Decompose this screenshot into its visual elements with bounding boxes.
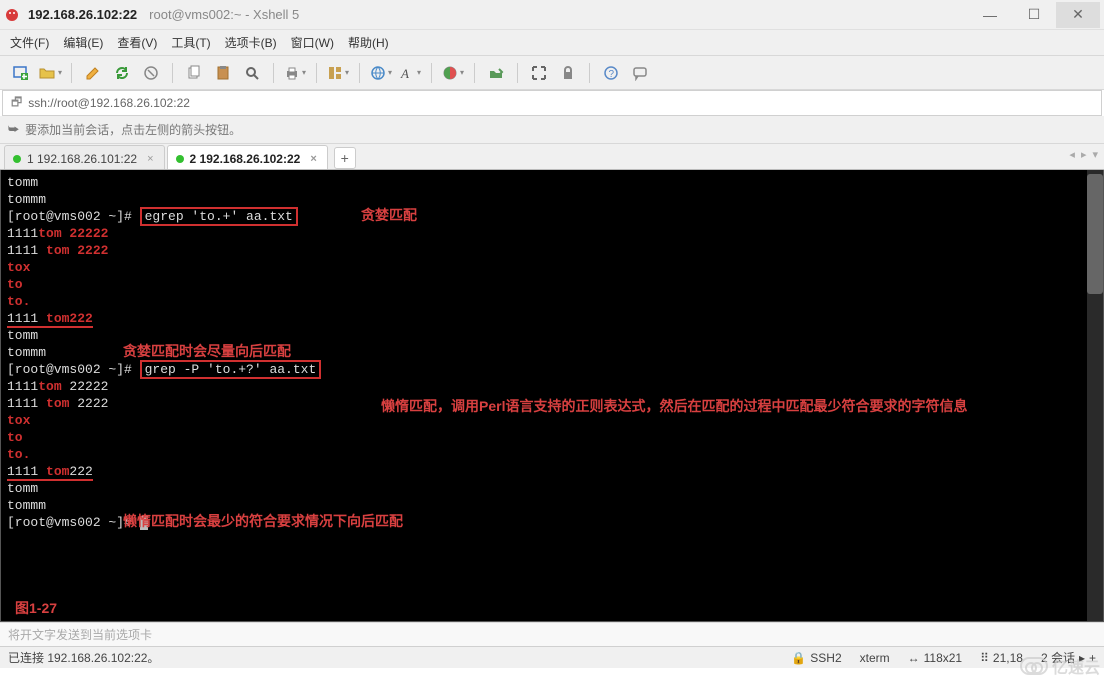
tab-nav-arrows[interactable]: ◂▸▾ [1069, 148, 1098, 161]
annotation-lazy: 懒惰匹配，调用Perl语言支持的正则表达式，然后在匹配的过程中匹配最少符合要求的… [381, 394, 967, 418]
tab-2-close-icon[interactable]: × [310, 153, 316, 165]
menubar: 文件(F) 编辑(E) 查看(V) 工具(T) 选项卡(B) 窗口(W) 帮助(… [0, 30, 1104, 56]
term-line: [root@vms002 ~]# egrep 'to.+' aa.txt [7, 208, 1097, 225]
paste-button[interactable] [210, 60, 236, 86]
tab-1-label: 1 192.168.26.101:22 [27, 152, 137, 166]
window-title-main: 192.168.26.102:22 [28, 7, 137, 22]
menu-window[interactable]: 窗口(W) [291, 34, 334, 51]
disconnect-button[interactable] [138, 60, 164, 86]
input-placeholder: 将开文字发送到当前选项卡 [8, 626, 152, 643]
tab-1-close-icon[interactable]: × [147, 153, 153, 165]
hint-bar: ⮩ 要添加当前会话，点击左侧的箭头按钮。 [0, 116, 1104, 144]
annotation-greedy-desc: 贪婪匹配时会尽量向后匹配 [123, 343, 291, 360]
fullscreen-button[interactable] [526, 60, 552, 86]
help-button[interactable]: ? [598, 60, 624, 86]
figure-label: 图1-27 [15, 600, 57, 617]
status-bar: 已连接 192.168.26.102:22。 🔒SSH2 xterm ↔118x… [0, 646, 1104, 668]
reconnect-button[interactable] [109, 60, 135, 86]
term-line: tommm [7, 497, 1097, 514]
menu-edit[interactable]: 编辑(E) [63, 34, 103, 51]
tab-session-2[interactable]: 2 192.168.26.102:22 × [167, 145, 328, 169]
close-button[interactable]: ✕ [1056, 2, 1100, 28]
term-line: [root@vms002 ~]# grep -P 'to.+?' aa.txt [7, 361, 1097, 378]
status-size: ↔118x21 [908, 651, 962, 665]
term-line: tox [7, 259, 1097, 276]
search-button[interactable] [239, 60, 265, 86]
status-dot-icon [13, 155, 21, 163]
encoding-button[interactable] [368, 60, 394, 86]
terminal-scrollbar[interactable] [1087, 170, 1103, 621]
term-line: 1111 tom222 [7, 463, 1097, 480]
menu-view[interactable]: 查看(V) [117, 34, 157, 51]
new-session-button[interactable] [8, 60, 34, 86]
term-line: to. [7, 293, 1097, 310]
status-connection: 已连接 192.168.26.102:22。 [8, 649, 159, 666]
window-title-sub: root@vms002:~ - Xshell 5 [149, 7, 299, 22]
term-line: 1111 tom222 [7, 310, 1097, 327]
term-line: 1111tom 22222 [7, 225, 1097, 242]
term-line: 1111tom 22222 [7, 378, 1097, 395]
add-session-arrow-icon[interactable]: ⮩ [8, 122, 19, 137]
annotation-greedy: 贪婪匹配 [361, 207, 417, 224]
lock-screen-button[interactable] [555, 60, 581, 86]
watermark-text: 亿速云 [1052, 654, 1100, 678]
menu-file[interactable]: 文件(F) [10, 34, 49, 51]
status-protocol: 🔒SSH2 [791, 651, 841, 665]
watermark-icon [1020, 657, 1048, 675]
term-line: tomm [7, 480, 1097, 497]
term-line: tomm [7, 174, 1097, 191]
address-bar[interactable]: 🗗 ssh://root@192.168.26.102:22 [2, 90, 1102, 116]
term-line: to. [7, 446, 1097, 463]
term-line: tomm [7, 327, 1097, 344]
xshell-app-icon [4, 7, 20, 23]
annotation-lazy-desc: 懒惰匹配时会最少的符合要求情况下向后匹配 [123, 513, 403, 530]
xftp-button[interactable] [483, 60, 509, 86]
menu-help[interactable]: 帮助(H) [348, 34, 389, 51]
color-button[interactable] [440, 60, 466, 86]
layout-button[interactable] [325, 60, 351, 86]
status-cursor: ⠿21,18 [980, 651, 1023, 665]
svg-text:A: A [400, 66, 409, 81]
term-line: tommm [7, 191, 1097, 208]
copy-button[interactable] [181, 60, 207, 86]
status-terminal-type: xterm [860, 651, 890, 665]
ssh-lock-icon: 🗗 [11, 93, 22, 114]
term-line: to [7, 276, 1097, 293]
maximize-button[interactable]: ☐ [1012, 2, 1056, 28]
toolbar: A ? [0, 56, 1104, 90]
minimize-button[interactable]: — [968, 2, 1012, 28]
status-dot-icon [176, 155, 184, 163]
tab-strip: 1 192.168.26.101:22 × 2 192.168.26.102:2… [0, 144, 1104, 170]
terminal[interactable]: tomm tommm [root@vms002 ~]# egrep 'to.+'… [0, 170, 1104, 622]
titlebar: 192.168.26.102:22 root@vms002:~ - Xshell… [0, 0, 1104, 30]
lock-icon: 🔒 [791, 651, 806, 665]
menu-tools[interactable]: 工具(T) [171, 34, 210, 51]
resize-icon: ↔ [908, 651, 920, 665]
tab-2-label: 2 192.168.26.102:22 [190, 152, 301, 166]
print-button[interactable] [282, 60, 308, 86]
font-button[interactable]: A [397, 60, 423, 86]
term-line: 1111 tom 2222 [7, 242, 1097, 259]
send-input-bar[interactable]: 将开文字发送到当前选项卡 [0, 622, 1104, 646]
add-tab-button[interactable]: + [334, 147, 356, 169]
watermark: 亿速云 [1020, 654, 1100, 678]
svg-text:?: ? [609, 69, 615, 80]
open-session-button[interactable] [37, 60, 63, 86]
edit-button[interactable] [80, 60, 106, 86]
address-url: ssh://root@192.168.26.102:22 [28, 96, 190, 110]
tab-session-1[interactable]: 1 192.168.26.101:22 × [4, 145, 165, 169]
term-line: to [7, 429, 1097, 446]
menu-tabs[interactable]: 选项卡(B) [225, 34, 277, 51]
chat-button[interactable] [627, 60, 653, 86]
hint-text: 要添加当前会话，点击左侧的箭头按钮。 [25, 121, 241, 138]
